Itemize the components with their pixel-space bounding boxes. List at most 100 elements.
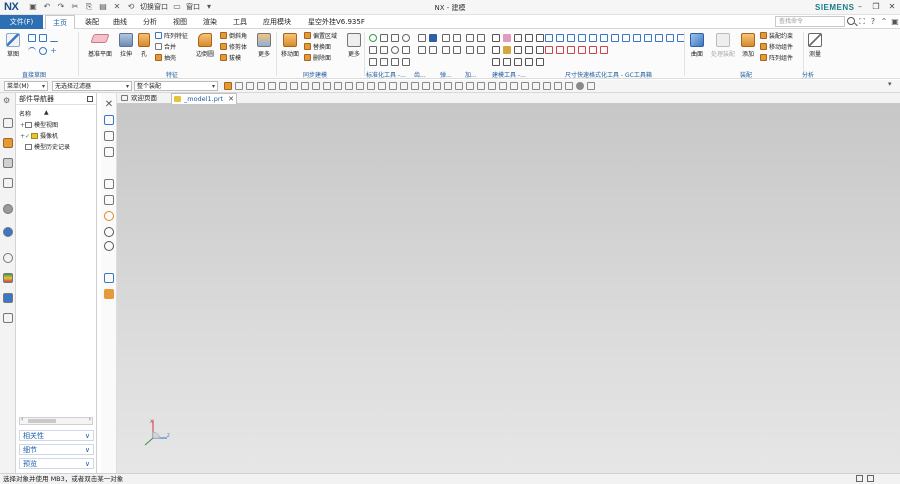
pattern-feature-button[interactable]: 阵列特征 bbox=[155, 32, 188, 42]
settings-gear-icon[interactable]: ⚙ bbox=[3, 96, 13, 106]
minimize-button[interactable]: – bbox=[852, 0, 868, 14]
replace-face-button[interactable]: 替换面 bbox=[304, 43, 331, 53]
part-color-icon[interactable] bbox=[104, 289, 114, 299]
check-icon[interactable] bbox=[536, 58, 544, 66]
gear-create-icon[interactable] bbox=[418, 34, 426, 42]
import-icon[interactable] bbox=[503, 58, 511, 66]
zoom-icon[interactable] bbox=[455, 82, 463, 90]
orient-view-icon[interactable] bbox=[488, 82, 496, 90]
select-filter-icon[interactable] bbox=[235, 82, 243, 90]
dim-tool-3-icon[interactable] bbox=[567, 34, 575, 42]
navigator-item-cameras[interactable]: +✓ 摄像机 bbox=[20, 132, 58, 142]
add-component-button[interactable]: 添加 bbox=[740, 33, 756, 58]
rename-icon[interactable] bbox=[514, 58, 522, 66]
triangle-icon[interactable] bbox=[492, 34, 500, 42]
spacer-icon[interactable] bbox=[402, 58, 410, 66]
dim-tool-9-icon[interactable] bbox=[633, 34, 641, 42]
clip-icon[interactable] bbox=[391, 58, 399, 66]
profile-icon[interactable] bbox=[28, 34, 36, 42]
tab-assembly[interactable]: 装配 bbox=[80, 15, 104, 29]
draft-button[interactable]: 拔模 bbox=[220, 54, 241, 64]
key-icon[interactable] bbox=[380, 46, 388, 54]
point-on-face-icon[interactable] bbox=[422, 82, 430, 90]
section-icon[interactable] bbox=[492, 46, 500, 54]
toolbar-overflow-icon[interactable]: ▾ bbox=[888, 80, 892, 88]
tab-file[interactable]: 文件(F) bbox=[0, 15, 43, 29]
surface-button[interactable]: 曲面 bbox=[688, 33, 706, 58]
trim-body-button[interactable]: 修剪体 bbox=[220, 43, 247, 53]
wave-link-button[interactable]: 处理装配 bbox=[708, 33, 738, 58]
show-icon[interactable] bbox=[536, 46, 544, 54]
select-all-icon[interactable] bbox=[246, 82, 254, 90]
arc-icon[interactable] bbox=[28, 47, 36, 55]
measure-small-icon[interactable] bbox=[525, 58, 533, 66]
bearing-icon[interactable] bbox=[391, 46, 399, 54]
pin-icon[interactable] bbox=[369, 46, 377, 54]
section-details[interactable]: 细节 ∨ bbox=[19, 444, 94, 455]
navigator-item-model-views[interactable]: + 模型视图 bbox=[20, 121, 58, 131]
tol-tool-4-icon[interactable] bbox=[578, 46, 586, 54]
gear-edit-icon[interactable] bbox=[418, 46, 426, 54]
assembly-constraint-button[interactable]: 装配约束 bbox=[760, 32, 793, 42]
document-icon[interactable] bbox=[104, 179, 114, 189]
dim-tool-7-icon[interactable] bbox=[611, 34, 619, 42]
circle-icon[interactable] bbox=[39, 47, 47, 55]
gear-mesh-icon[interactable] bbox=[429, 34, 437, 42]
select-icon[interactable] bbox=[224, 82, 232, 90]
intersection-icon[interactable] bbox=[367, 82, 375, 90]
shell-button[interactable]: 抽壳 bbox=[155, 54, 176, 64]
reuse-library-icon[interactable] bbox=[3, 178, 13, 188]
export-icon[interactable] bbox=[492, 58, 500, 66]
spring-tension-icon[interactable] bbox=[453, 34, 461, 42]
graphics-viewport[interactable]: X Z bbox=[117, 104, 900, 473]
render-style-icon[interactable] bbox=[499, 82, 507, 90]
curve-icon[interactable] bbox=[104, 273, 114, 283]
hide-eye-icon[interactable] bbox=[104, 241, 114, 251]
tab-home[interactable]: 主页 bbox=[45, 15, 75, 29]
body-snap-icon[interactable] bbox=[301, 82, 309, 90]
help-icon[interactable]: ? bbox=[869, 17, 877, 27]
rectangle-icon[interactable] bbox=[39, 34, 47, 42]
add-tool-4-icon[interactable] bbox=[477, 46, 485, 54]
edit-section-icon[interactable] bbox=[510, 82, 518, 90]
hide-icon[interactable] bbox=[525, 46, 533, 54]
search-icon[interactable] bbox=[847, 17, 855, 25]
show-hide-icon[interactable] bbox=[521, 82, 529, 90]
extrude-button[interactable]: 拉伸 bbox=[118, 33, 134, 58]
move-component-button[interactable]: 移动组件 bbox=[760, 43, 793, 53]
dim-tool-1-icon[interactable] bbox=[545, 34, 553, 42]
tol-tool-1-icon[interactable] bbox=[545, 46, 553, 54]
face-snap-icon[interactable] bbox=[290, 82, 298, 90]
move-face-button[interactable]: 移动面 bbox=[280, 33, 300, 58]
component-snap-icon[interactable] bbox=[323, 82, 331, 90]
add-tool-1-icon[interactable] bbox=[466, 34, 474, 42]
show-icon[interactable] bbox=[104, 227, 114, 237]
color-icon[interactable] bbox=[503, 46, 511, 54]
pan-icon[interactable] bbox=[477, 82, 485, 90]
spring-icon[interactable] bbox=[402, 46, 410, 54]
datum-plane-button[interactable]: 基准平面 bbox=[84, 34, 116, 58]
constraint-navigator-icon[interactable] bbox=[3, 138, 13, 148]
sketch-frame-icon[interactable] bbox=[104, 131, 114, 141]
bounded-grid-icon[interactable] bbox=[433, 82, 441, 90]
feature-more-button[interactable]: 更多 bbox=[256, 33, 272, 58]
control-point-icon[interactable] bbox=[356, 82, 364, 90]
tol-tool-3-icon[interactable] bbox=[567, 46, 575, 54]
tab-welcome-page[interactable]: 欢迎页面 bbox=[119, 93, 169, 104]
unite-button[interactable]: 合并 bbox=[155, 43, 176, 53]
expression-icon[interactable] bbox=[525, 34, 533, 42]
nut-icon[interactable] bbox=[391, 34, 399, 42]
image-icon[interactable] bbox=[514, 34, 522, 42]
feature-snap-icon[interactable] bbox=[312, 82, 320, 90]
scroll-left-icon[interactable]: ‹ bbox=[21, 416, 23, 423]
arc-center-icon[interactable] bbox=[378, 82, 386, 90]
edit-pencil-icon[interactable] bbox=[104, 115, 114, 125]
section-dependencies[interactable]: 相关性 ∨ bbox=[19, 430, 94, 441]
tab-render[interactable]: 渲染 bbox=[198, 15, 222, 29]
tab-analysis[interactable]: 分析 bbox=[138, 15, 162, 29]
dim-tool-8-icon[interactable] bbox=[622, 34, 630, 42]
tab-view[interactable]: 视图 bbox=[168, 15, 192, 29]
system-materials-icon[interactable] bbox=[3, 273, 13, 283]
main-menu-button[interactable]: 菜单(M) bbox=[4, 81, 48, 91]
tab-tools[interactable]: 工具 bbox=[228, 15, 252, 29]
